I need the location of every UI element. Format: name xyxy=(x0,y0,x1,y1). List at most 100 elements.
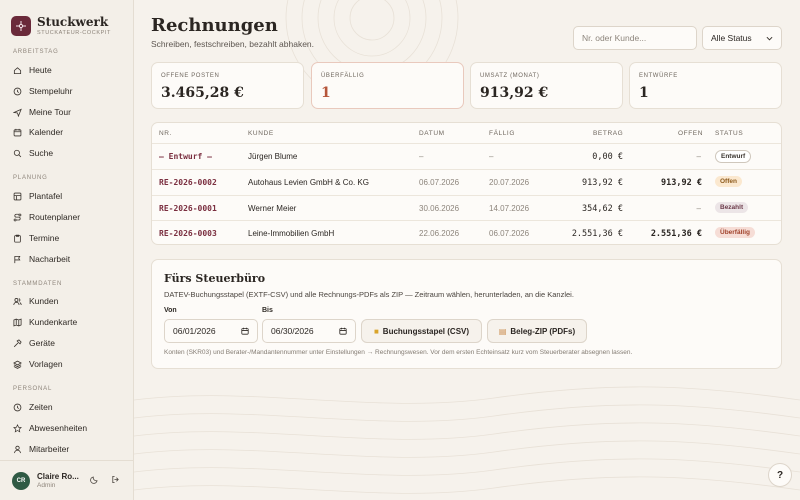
sidebar-item-zeiten[interactable]: Zeiten xyxy=(13,399,123,415)
user-profile: CR Claire Ro... Admin xyxy=(0,460,134,500)
flag-icon xyxy=(14,255,21,263)
status-badge: Entwurf xyxy=(715,150,752,163)
sidebar-item-stempeluhr[interactable]: Stempeluhr xyxy=(13,83,123,99)
kpi-label: UMSATZ (MONAT) xyxy=(480,73,540,79)
user-name: Claire Ro... xyxy=(37,472,79,481)
from-date-input[interactable]: 06/01/2026 xyxy=(164,319,258,343)
invoice-date: 30.06.2026 xyxy=(419,204,460,213)
column-header-betrag: BETRAG xyxy=(593,130,624,137)
kpi-label: ENTWÜRFE xyxy=(639,73,678,79)
status-filter-value: Alle Status xyxy=(711,33,752,43)
kpi-value: 3.465,28 € xyxy=(161,85,244,101)
tax-card-note: Konten (SKR03) und Berater-/Mandantennum… xyxy=(164,349,633,356)
tax-card-description: DATEV-Buchungsstapel (EXTF-CSV) und alle… xyxy=(164,290,574,299)
table-row[interactable]: — Entwurf — Jürgen Blume – – 0,00 € – En… xyxy=(152,143,781,168)
help-button[interactable]: ? xyxy=(768,463,792,487)
sidebar-item-termine[interactable]: Termine xyxy=(13,230,123,246)
sidebar-item-label: Mitarbeiter xyxy=(29,444,70,454)
sidebar-item-label: Kundenkarte xyxy=(29,317,78,327)
column-header-datum: DATUM xyxy=(419,130,445,137)
kpi-umsatz-monat: UMSATZ (MONAT) 913,92 € xyxy=(470,62,623,109)
page-subtitle: Schreiben, festschreiben, bezahlt abhake… xyxy=(151,39,315,49)
sidebar-item-label: Kalender xyxy=(29,127,64,137)
home-icon xyxy=(13,66,22,74)
amount: 354,62 € xyxy=(582,204,623,214)
status-badge: Bezahlt xyxy=(715,202,749,213)
invoice-number[interactable]: RE-2026-0002 xyxy=(159,178,217,187)
sidebar-item-label: Vorlagen xyxy=(29,359,63,369)
sidebar-item-kunden[interactable]: Kunden xyxy=(13,293,123,309)
column-header-kunde: KUNDE xyxy=(248,130,274,137)
sidebar-item-label: Zeiten xyxy=(29,402,53,412)
kpi-entwuerfe: ENTWÜRFE 1 xyxy=(629,62,782,109)
invoice-number[interactable]: RE-2026-0001 xyxy=(159,204,217,213)
brand-subtitle: STUCKATEUR-COCKPIT xyxy=(37,29,111,36)
invoice-number[interactable]: — Entwurf — xyxy=(159,152,212,161)
sidebar: Stuckwerk STUCKATEUR-COCKPIT ARBEITSTAG … xyxy=(0,0,134,500)
archive-icon: ▤ xyxy=(498,326,507,336)
main-content: Rechnungen Schreiben, festschreiben, bez… xyxy=(134,0,800,500)
search-input[interactable] xyxy=(573,26,697,50)
customer-name: Leine-Immobilien GmbH xyxy=(248,229,335,238)
sidebar-item-label: Plantafel xyxy=(29,191,63,201)
map-icon xyxy=(13,317,22,327)
brand-logo-icon xyxy=(11,15,31,36)
table-row[interactable]: RE-2026-0001 Werner Meier 30.06.2026 14.… xyxy=(152,195,781,220)
sidebar-item-vorlagen[interactable]: Vorlagen xyxy=(13,356,123,372)
status-badge: Überfällig xyxy=(715,227,755,238)
kpi-ueberfaellig[interactable]: ÜBERFÄLLIG 1 xyxy=(311,62,464,109)
sidebar-item-label: Termine xyxy=(29,233,60,243)
amount: 913,92 € xyxy=(582,178,623,188)
sidebar-item-geraete[interactable]: Geräte xyxy=(13,335,123,351)
sidebar-item-heute[interactable]: Heute xyxy=(13,62,123,78)
sidebar-item-label: Stempeluhr xyxy=(29,86,73,96)
sidebar-item-label: Kunden xyxy=(29,296,59,306)
sidebar-item-label: Nacharbeit xyxy=(29,254,71,264)
star-icon xyxy=(13,423,22,432)
calendar-icon xyxy=(241,327,249,335)
avatar[interactable]: CR xyxy=(12,471,30,490)
kpi-label: ÜBERFÄLLIG xyxy=(321,73,365,79)
grid-icon xyxy=(13,192,22,200)
calendar-icon xyxy=(13,128,22,136)
invoice-date: 06.07.2026 xyxy=(419,178,460,187)
customer-name: Autohaus Levien GmbH & Co. KG xyxy=(248,178,369,187)
open-amount: – xyxy=(696,152,701,161)
calendar-icon xyxy=(339,327,347,335)
brand[interactable]: Stuckwerk STUCKATEUR-COCKPIT xyxy=(0,0,133,40)
sidebar-item-nacharbeit[interactable]: Nacharbeit xyxy=(13,251,123,267)
sidebar-item-routenplaner[interactable]: Routenplaner xyxy=(13,209,123,225)
sidebar-item-label: Geräte xyxy=(29,338,55,348)
sidebar-item-suche[interactable]: Suche xyxy=(13,145,123,161)
sidebar-item-abwesenheiten[interactable]: Abwesenheiten xyxy=(13,420,123,436)
sidebar-item-label: Abwesenheiten xyxy=(29,423,88,433)
table-row[interactable]: RE-2026-0003 Leine-Immobilien GmbH 22.06… xyxy=(152,220,781,244)
export-csv-button[interactable]: ■ Buchungsstapel (CSV) xyxy=(361,319,482,343)
logout-icon[interactable] xyxy=(111,475,120,484)
kpi-value: 1 xyxy=(321,85,331,101)
sidebar-item-kalender[interactable]: Kalender xyxy=(13,124,123,140)
invoice-date: 22.06.2026 xyxy=(419,229,460,238)
from-label: Von xyxy=(164,307,177,314)
open-amount: 913,92 € xyxy=(661,178,702,188)
sidebar-item-plantafel[interactable]: Plantafel xyxy=(13,188,123,204)
search-icon xyxy=(13,149,22,157)
nav-section-planung: PLANUNG xyxy=(13,175,48,181)
kpi-value: 913,92 € xyxy=(480,85,549,101)
invoice-number[interactable]: RE-2026-0003 xyxy=(159,229,217,238)
sidebar-item-meine-tour[interactable]: Meine Tour xyxy=(13,104,123,120)
nav-section-personal: PERSONAL xyxy=(13,386,53,392)
status-filter-select[interactable]: Alle Status xyxy=(702,26,782,50)
sidebar-item-kundenkarte[interactable]: Kundenkarte xyxy=(13,314,123,330)
to-date-input[interactable]: 06/30/2026 xyxy=(262,319,356,343)
table-row[interactable]: RE-2026-0002 Autohaus Levien GmbH & Co. … xyxy=(152,169,781,194)
chevron-down-icon xyxy=(766,36,773,40)
to-label: Bis xyxy=(262,307,273,314)
moon-icon[interactable] xyxy=(90,475,99,484)
due-date: 06.07.2026 xyxy=(489,229,530,238)
open-amount: – xyxy=(696,204,701,213)
sidebar-item-mitarbeiter[interactable]: Mitarbeiter xyxy=(13,441,123,457)
tax-card-title: Fürs Steuerbüro xyxy=(164,272,266,285)
due-date: – xyxy=(489,152,494,161)
export-zip-button[interactable]: ▤ Beleg-ZIP (PDFs) xyxy=(487,319,587,343)
